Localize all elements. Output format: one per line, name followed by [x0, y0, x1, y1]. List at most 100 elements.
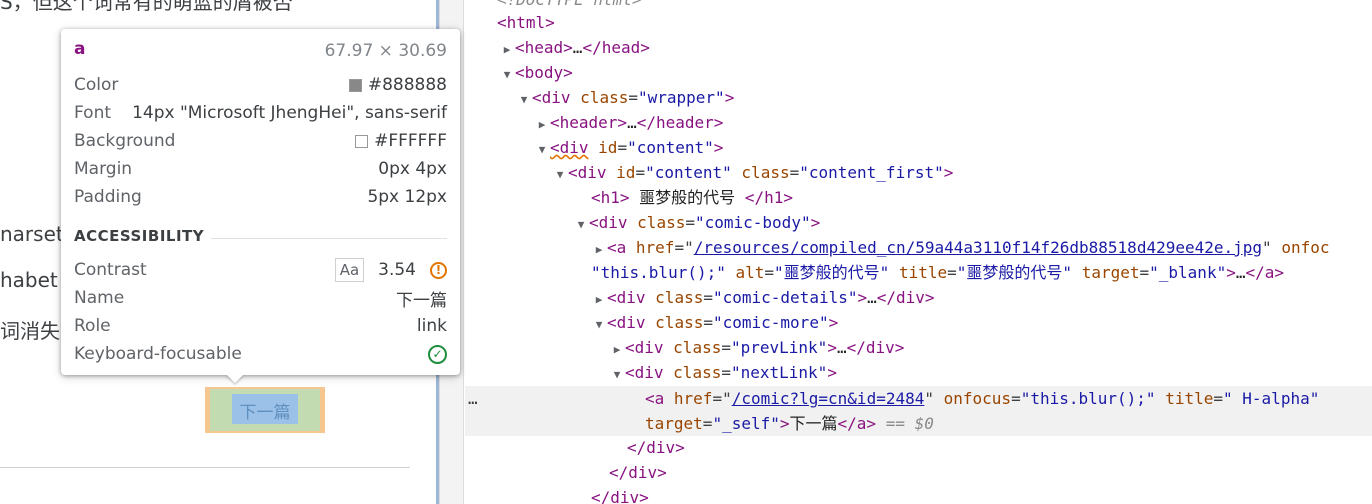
dom-node[interactable]: "this.blur();" alt="噩梦般的代号" title="噩梦般的代… — [591, 260, 1284, 285]
tooltip-value: 3.54 — [378, 260, 416, 280]
tooltip-value: #888888 — [367, 75, 447, 95]
dom-node[interactable]: ▶ <head>…</head> — [499, 35, 650, 60]
dom-node[interactable]: ▼ <div class="comic-body"> — [573, 210, 821, 237]
attr-name: class — [655, 288, 704, 307]
tooltip-label: Contrast — [74, 260, 147, 280]
dom-node[interactable]: ▶ <a href="/resources/compiled_cn/59a44a3… — [591, 235, 1330, 262]
tooltip-row-role: Role link — [74, 313, 447, 339]
tag-end: > — [828, 313, 839, 332]
collapse-triangle-icon[interactable]: ▼ — [573, 212, 589, 237]
attr-value: "wrapper" — [637, 88, 725, 107]
node-actions-ellipsis[interactable]: … — [468, 386, 478, 411]
attr-name: onfocus — [943, 389, 1012, 408]
tooltip-label: Padding — [74, 187, 142, 207]
next-chapter-link[interactable]: 下一篇 — [232, 398, 298, 423]
tooltip-value: 下一篇 — [396, 290, 447, 311]
contrast-sample-badge: Aa — [334, 258, 365, 282]
attr-name: href — [635, 238, 675, 257]
tooltip-value: 0px 4px — [378, 159, 447, 179]
collapse-triangle-icon[interactable]: ▼ — [609, 362, 625, 387]
attr-link[interactable]: /resources/compiled_cn/59a44a3110f14f26d… — [694, 238, 1262, 257]
dom-node[interactable]: <html> — [497, 10, 555, 35]
dom-node-selected[interactable]: target="_self">下一篇</a> == $0 — [645, 411, 934, 436]
dom-node-selected[interactable]: <a href="/comic?lg=cn&id=2484" onfocus="… — [645, 386, 1319, 411]
attr-name: class — [741, 163, 790, 182]
dom-node[interactable]: </div> — [609, 460, 667, 485]
inspect-tooltip: a 67.97 × 30.69 Color #888888 Font 14px … — [61, 29, 460, 375]
tag-close: </h1> — [744, 188, 793, 207]
attr-value: "nextLink" — [730, 363, 828, 382]
tag-end: > — [810, 213, 821, 232]
tag-close: </a> — [837, 414, 877, 433]
tag-close: </header> — [636, 113, 724, 132]
tag-open: <div — [607, 288, 646, 307]
tag-close: </head> — [582, 38, 650, 57]
attr-name: class — [580, 88, 629, 107]
attr-value: "content" — [645, 163, 732, 182]
attr-name: onfoc — [1281, 238, 1330, 257]
dom-node[interactable]: ▼ <div class="nextLink"> — [609, 360, 837, 385]
collapsed-ellipsis: … — [572, 38, 583, 57]
tooltip-row-focusable: Keyboard-focusable ✓ — [74, 341, 447, 367]
collapse-triangle-icon[interactable]: ▼ — [591, 312, 607, 337]
collapse-triangle-icon[interactable]: ▼ — [499, 62, 515, 87]
dom-node[interactable]: <h1> 噩梦般的代号 </h1> — [591, 185, 793, 210]
attr-value: "this.blur();" — [1020, 389, 1156, 408]
tooltip-row-font: Font 14px "Microsoft JhengHei", sans-ser… — [74, 100, 447, 126]
dom-node[interactable]: </div> — [591, 485, 649, 504]
attr-value: "噩梦般的代号" — [956, 263, 1073, 282]
dom-node[interactable]: ▼ <div id="content" class="content_first"… — [552, 160, 954, 187]
attr-value: "comic-more" — [712, 313, 829, 332]
console-ref: == $0 — [885, 414, 934, 433]
collapsed-ellipsis: … — [867, 288, 877, 307]
dom-node[interactable]: </div> — [627, 435, 685, 460]
page-text-line: S，但这个词常有的萌蓝的屑被否 — [0, 0, 293, 14]
dom-node[interactable]: ▼ <div id="content"> — [534, 135, 724, 162]
attr-name: id — [598, 138, 618, 157]
tooltip-label: Background — [74, 131, 176, 151]
dom-node[interactable]: ▶ <header>…</header> — [534, 110, 724, 137]
attr-link[interactable]: /comic?lg=cn&id=2484 — [732, 389, 925, 408]
dom-node[interactable]: ▼ <body> — [499, 60, 573, 85]
divider — [0, 467, 410, 468]
tooltip-value: 5px 12px — [367, 187, 447, 207]
attr-value: "_blank" — [1149, 263, 1227, 282]
dom-node[interactable]: ▶ <div class="comic-details">…</div> — [591, 285, 935, 310]
attr-name: class — [673, 338, 722, 357]
expand-triangle-icon[interactable]: ▶ — [499, 37, 515, 62]
expand-triangle-icon[interactable]: ▶ — [609, 337, 625, 362]
tooltip-label: Color — [74, 75, 119, 95]
color-swatch-icon — [355, 134, 369, 148]
attr-name: id — [616, 163, 636, 182]
page-text-line: habet — [0, 268, 58, 292]
dom-node[interactable]: ▼ <div class="comic-more"> — [591, 310, 839, 337]
expand-triangle-icon[interactable]: ▶ — [534, 112, 550, 137]
attr-name: class — [637, 213, 686, 232]
tag-open: <h1> — [591, 188, 630, 207]
attr-name: class — [655, 313, 704, 332]
tooltip-row-background: Background #FFFFFF — [74, 128, 447, 154]
collapse-triangle-icon[interactable]: ▼ — [516, 87, 532, 112]
attr-name: target — [645, 414, 703, 433]
tooltip-value: #FFFFFF — [374, 131, 447, 151]
collapsed-ellipsis: … — [627, 113, 637, 132]
tooltip-value: link — [416, 316, 447, 336]
doctype-text: <!DOCTYPE html> — [497, 0, 642, 9]
tooltip-row-color: Color #888888 — [74, 72, 447, 98]
tag-open: <html> — [497, 13, 555, 32]
tag-open: <body> — [515, 63, 573, 82]
collapse-triangle-icon[interactable]: ▼ — [534, 137, 550, 162]
dom-node[interactable]: ▼ <div class="wrapper"> — [516, 85, 735, 112]
collapse-triangle-icon[interactable]: ▼ — [552, 162, 568, 187]
tag-close: </div> — [591, 488, 649, 504]
expand-triangle-icon[interactable]: ▶ — [591, 287, 607, 312]
dom-node[interactable]: ▶ <div class="prevLink">…</div> — [609, 335, 905, 362]
tag-close: </a> — [1245, 263, 1285, 282]
tag-open: <div — [589, 213, 628, 232]
tooltip-row-name: Name 下一篇 — [74, 285, 447, 311]
expand-triangle-icon[interactable]: ▶ — [591, 237, 607, 262]
tooltip-label: Margin — [74, 159, 133, 179]
tag-end: > — [827, 363, 837, 382]
tooltip-label: Role — [74, 316, 111, 336]
tooltip-arrow — [226, 374, 244, 383]
